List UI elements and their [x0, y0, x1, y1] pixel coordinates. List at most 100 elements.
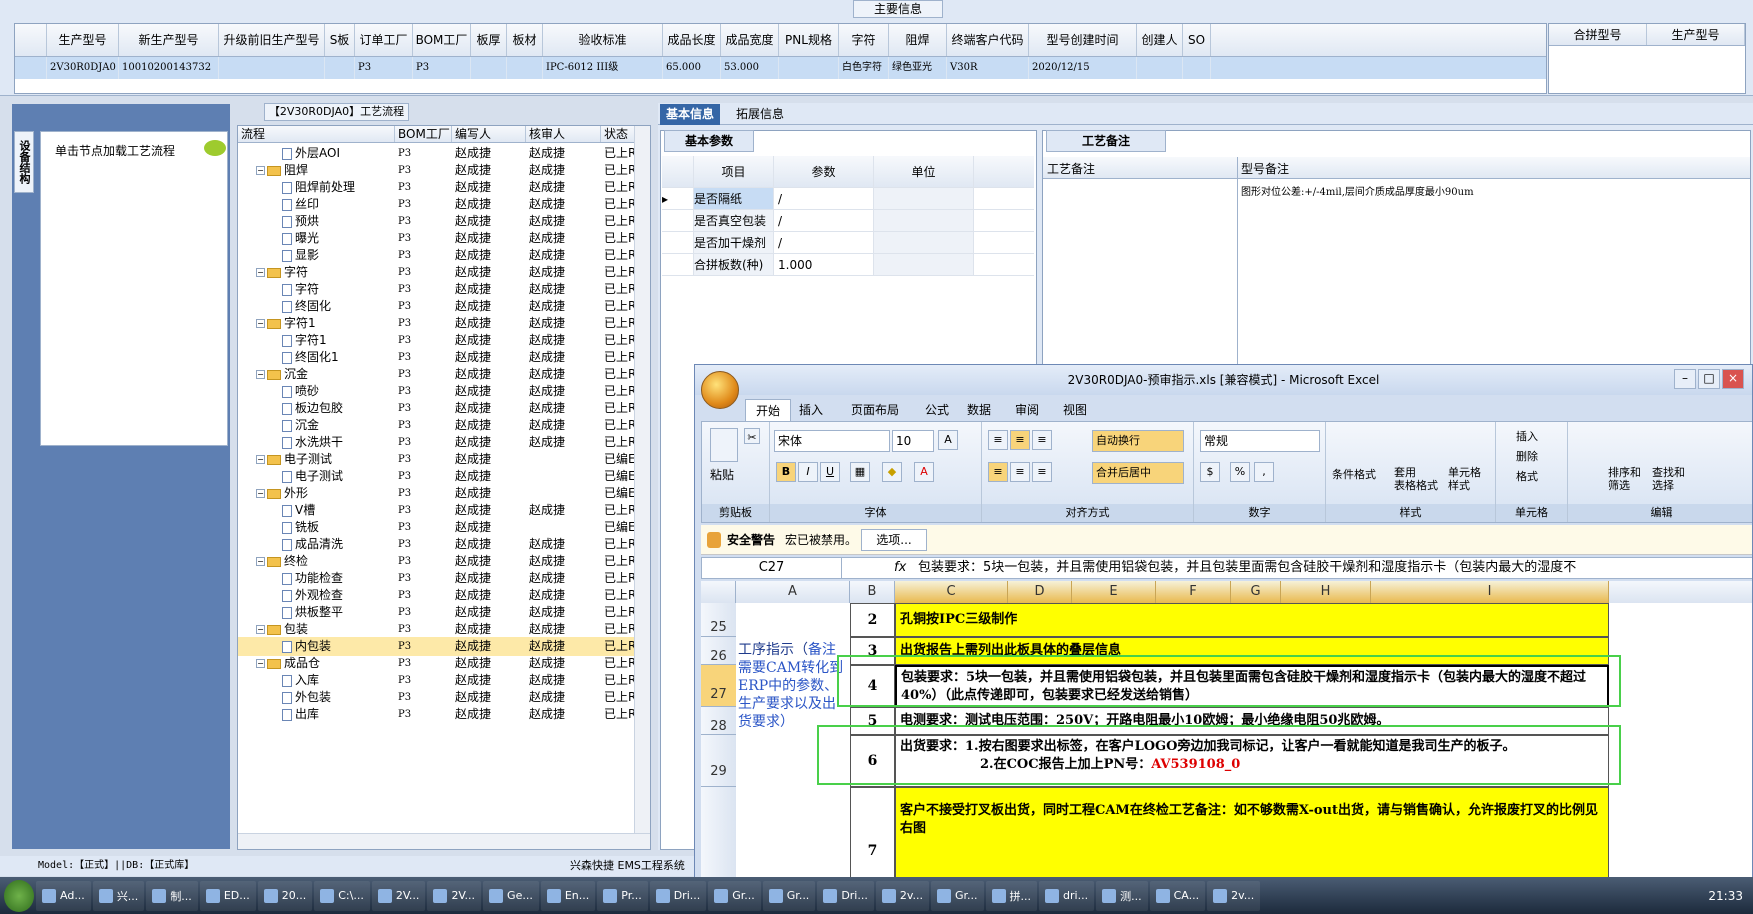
- main-cell[interactable]: 2V30R0DJA0: [47, 57, 119, 79]
- col-header-c[interactable]: C: [895, 581, 1008, 603]
- main-cell[interactable]: [779, 57, 839, 79]
- taskbar-button[interactable]: ED...: [199, 880, 256, 911]
- main-cell[interactable]: V30R: [947, 57, 1029, 79]
- collapse-icon[interactable]: −: [256, 319, 265, 328]
- param-row[interactable]: ▸ 是否隔纸 /: [662, 188, 1034, 210]
- param-unit[interactable]: [874, 210, 974, 231]
- merge-center-button[interactable]: 合并后居中: [1092, 462, 1184, 484]
- main-info-grid[interactable]: 生产型号 新生产型号 升级前旧生产型号 S板 订单工厂 BOM工厂 板厚 板材 验收标准 成品长度…: [14, 23, 1547, 94]
- main-col-header[interactable]: 创建人: [1137, 24, 1183, 56]
- cell-style-button[interactable]: 单元格 样式: [1448, 466, 1481, 492]
- left-hint-box[interactable]: 单击节点加载工艺流程: [40, 131, 228, 446]
- col-header-i[interactable]: I: [1371, 581, 1609, 603]
- cond-format-button[interactable]: 条件格式: [1332, 466, 1376, 482]
- tree-node[interactable]: 出库: [238, 705, 395, 724]
- taskbar-button[interactable]: 兴...: [92, 880, 145, 911]
- ribbon-tab[interactable]: 开始: [745, 399, 792, 421]
- fill-color-icon[interactable]: ◆: [882, 462, 902, 482]
- tree-row[interactable]: 出库 P3 赵成捷 赵成捷 已上R: [238, 705, 635, 724]
- currency-icon[interactable]: $: [1200, 462, 1220, 482]
- main-cell[interactable]: [471, 57, 507, 79]
- main-cell[interactable]: [219, 57, 325, 79]
- taskbar-button[interactable]: Dri...: [649, 880, 707, 911]
- taskbar-button[interactable]: 2V...: [371, 880, 426, 911]
- row-header-26[interactable]: 26: [701, 637, 736, 665]
- params-table[interactable]: 项目 参数 单位 ▸ 是否隔纸 / 是否真空包装 / 是否加干燥剂 / 合拼板数(种) 1.00…: [662, 156, 1034, 276]
- select-all-corner[interactable]: [701, 581, 736, 603]
- param-value[interactable]: /: [774, 188, 874, 209]
- maximize-icon[interactable]: □: [1698, 369, 1720, 389]
- param-unit[interactable]: [874, 232, 974, 253]
- row-header-28[interactable]: 28: [701, 707, 736, 735]
- grow-font-icon[interactable]: A: [938, 430, 958, 450]
- bold-icon[interactable]: B: [776, 462, 796, 482]
- main-col-header[interactable]: PNL规格: [779, 24, 839, 56]
- collapse-icon[interactable]: −: [256, 489, 265, 498]
- tree-vertical-scrollbar[interactable]: [634, 126, 650, 849]
- device-structure-tab[interactable]: 设备结构: [14, 131, 34, 193]
- main-cell[interactable]: [1137, 57, 1183, 79]
- taskbar-button[interactable]: dri...: [1039, 880, 1095, 911]
- main-grid-row[interactable]: 2V30R0DJA0 10010200143732 P3 P3 IPC-6012 III…: [15, 57, 1546, 79]
- tree-horizontal-scrollbar[interactable]: [238, 833, 650, 849]
- taskbar-button[interactable]: Ad...: [36, 880, 91, 911]
- main-cell[interactable]: [1183, 57, 1211, 79]
- param-row[interactable]: 是否加干燥剂 /: [662, 232, 1034, 254]
- start-icon[interactable]: [4, 879, 34, 912]
- align-right-icon[interactable]: ≡: [1032, 462, 1052, 482]
- font-color-icon[interactable]: A: [914, 462, 934, 482]
- taskbar-button[interactable]: Gr...: [931, 880, 984, 911]
- process-flow-tree[interactable]: 流程 BOM工厂 编写人 核审人 状态 外层AOI P3 赵成捷 赵成捷 已上R − 阻焊 P…: [237, 125, 651, 850]
- main-col-header[interactable]: 型号创建时间: [1029, 24, 1137, 56]
- main-cell[interactable]: 2020/12/15: [1029, 57, 1137, 79]
- taskbar-button[interactable]: Dri...: [817, 880, 874, 911]
- spreadsheet[interactable]: A B C D E F G H I 25 26 27 28 29 30 工序指示…: [701, 581, 1752, 913]
- param-value[interactable]: /: [774, 210, 874, 231]
- collapse-icon[interactable]: −: [256, 268, 265, 277]
- font-size-select[interactable]: 10: [892, 430, 934, 452]
- col-header-e[interactable]: E: [1072, 581, 1156, 603]
- main-col-header[interactable]: BOM工厂: [413, 24, 471, 56]
- sort-filter-button[interactable]: 排序和 筛选: [1608, 466, 1641, 492]
- main-col-header[interactable]: 板厚: [471, 24, 507, 56]
- main-cell[interactable]: 10010200143732: [119, 57, 219, 79]
- main-cell[interactable]: [325, 57, 355, 79]
- merge-model-grid[interactable]: 合拼型号 生产型号: [1548, 23, 1746, 94]
- collapse-icon[interactable]: −: [256, 455, 265, 464]
- main-col-header[interactable]: 板材: [507, 24, 543, 56]
- main-cell[interactable]: 65.000: [663, 57, 721, 79]
- options-button[interactable]: 选项...: [861, 529, 927, 551]
- col-header-a[interactable]: A: [736, 581, 850, 603]
- excel-window[interactable]: 2V30R0DJA0-预审指示.xls [兼容模式] - Microsoft E…: [694, 364, 1753, 914]
- main-col-header[interactable]: S板: [325, 24, 355, 56]
- col-header-d[interactable]: D: [1008, 581, 1072, 603]
- main-cell[interactable]: IPC-6012 III级: [543, 57, 663, 79]
- taskbar-button[interactable]: CA...: [1149, 880, 1206, 911]
- taskbar-button[interactable]: 2V...: [427, 880, 482, 911]
- main-col-header[interactable]: 字符: [839, 24, 889, 56]
- collapse-icon[interactable]: −: [256, 659, 265, 668]
- col-header-b[interactable]: B: [850, 581, 895, 603]
- formula-input[interactable]: 包装要求：5块一包装，并且需使用铝袋包装，并且包装里面需包含硅胶干燥剂和湿度指示…: [918, 558, 1576, 578]
- main-col-header[interactable]: 生产型号: [47, 24, 119, 56]
- paste-label[interactable]: 粘贴: [710, 466, 734, 483]
- main-cell[interactable]: [507, 57, 543, 79]
- taskbar-button[interactable]: Gr...: [762, 880, 816, 911]
- tab-extended-info[interactable]: 拓展信息: [730, 104, 790, 125]
- param-unit[interactable]: [874, 188, 974, 209]
- minimize-icon[interactable]: –: [1674, 369, 1696, 389]
- wrap-text-button[interactable]: 自动换行: [1092, 430, 1184, 452]
- main-col-header[interactable]: 终端客户代码: [947, 24, 1029, 56]
- main-cell[interactable]: P3: [355, 57, 413, 79]
- col-header-g[interactable]: G: [1231, 581, 1281, 603]
- param-row[interactable]: 是否真空包装 /: [662, 210, 1034, 232]
- table-format-button[interactable]: 套用 表格格式: [1394, 466, 1438, 492]
- ribbon-tab[interactable]: 页面布局: [841, 399, 909, 421]
- col-header-f[interactable]: F: [1156, 581, 1231, 603]
- collapse-icon[interactable]: −: [256, 166, 265, 175]
- align-middle-icon[interactable]: ≡: [1010, 430, 1030, 450]
- main-cell[interactable]: P3: [413, 57, 471, 79]
- collapse-icon[interactable]: −: [256, 557, 265, 566]
- col-header-h[interactable]: H: [1281, 581, 1371, 603]
- ribbon-tab[interactable]: 插入: [789, 399, 833, 421]
